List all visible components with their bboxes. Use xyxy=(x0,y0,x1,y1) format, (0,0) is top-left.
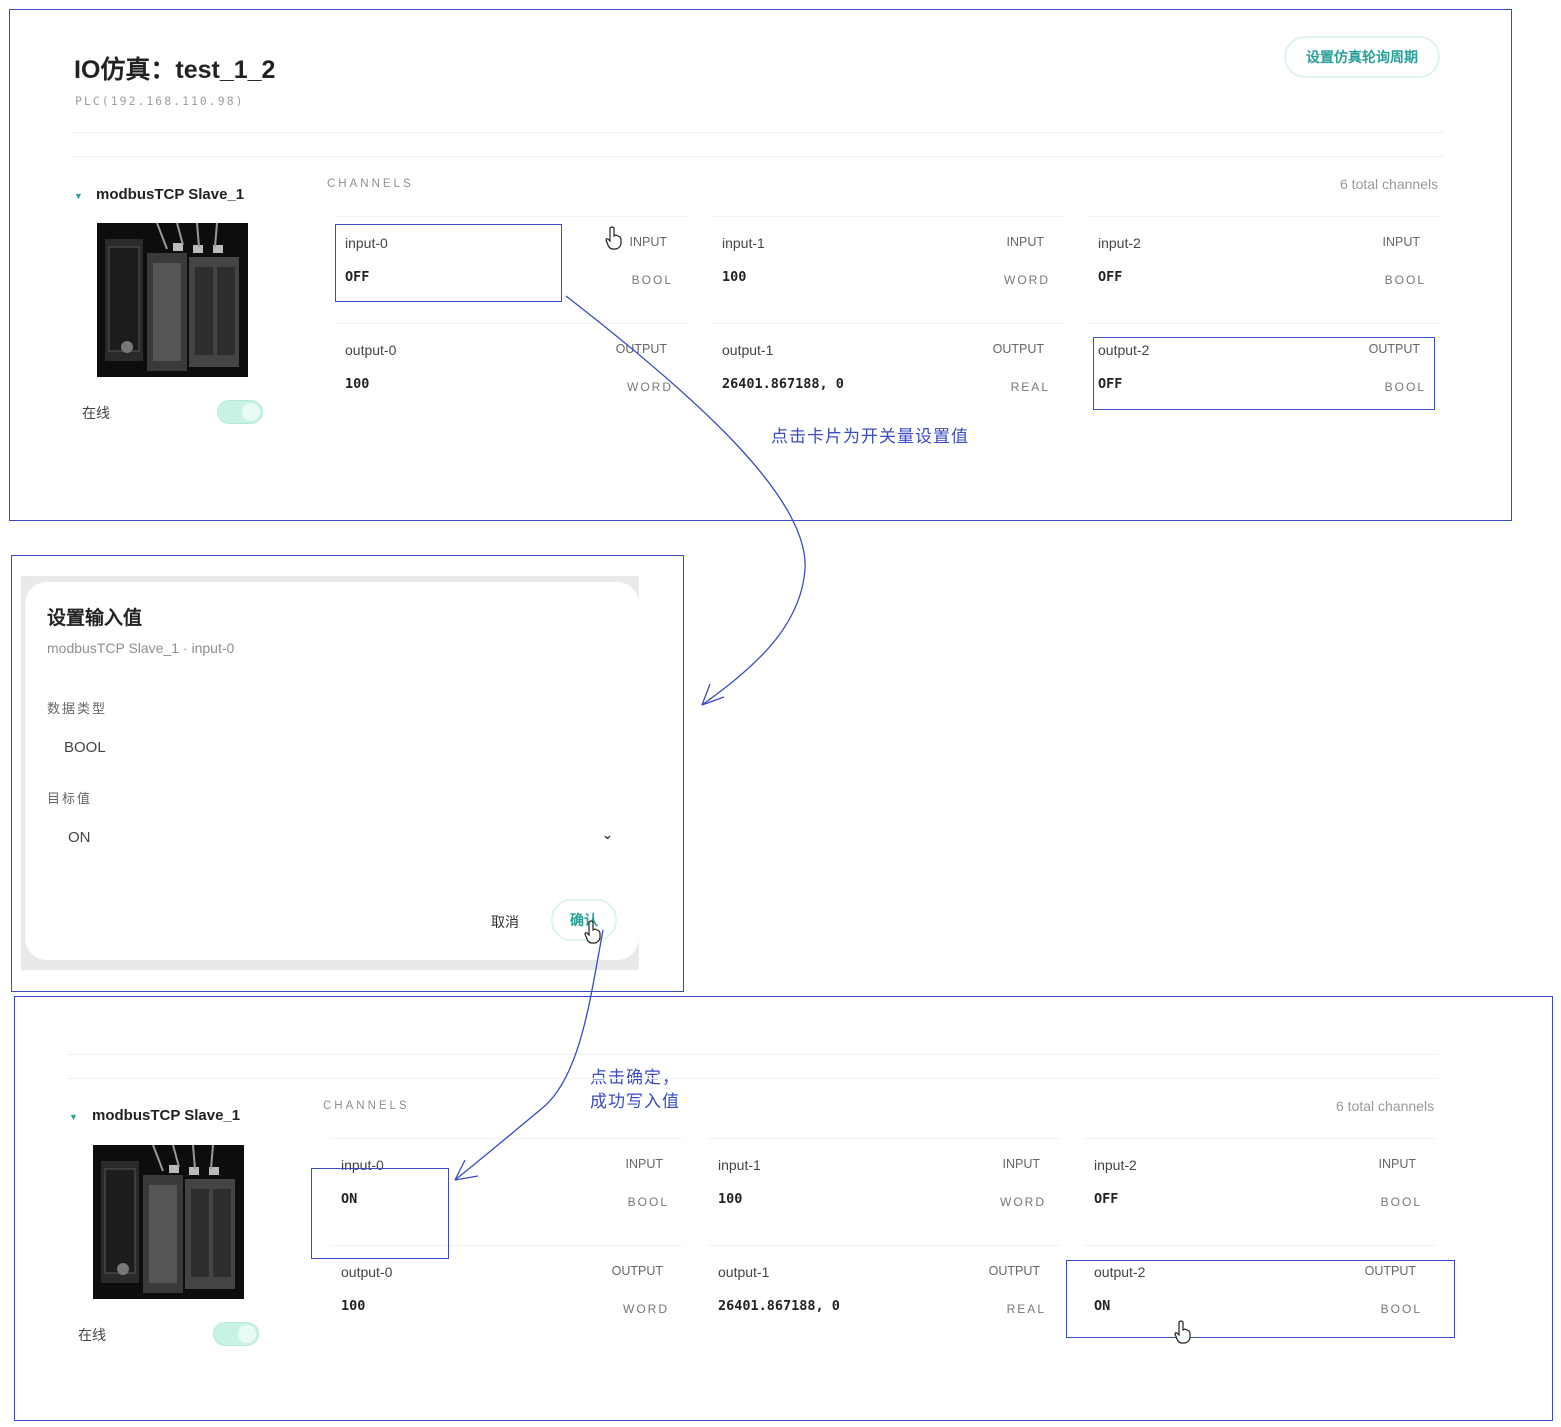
annotation-arrows xyxy=(454,295,806,1181)
